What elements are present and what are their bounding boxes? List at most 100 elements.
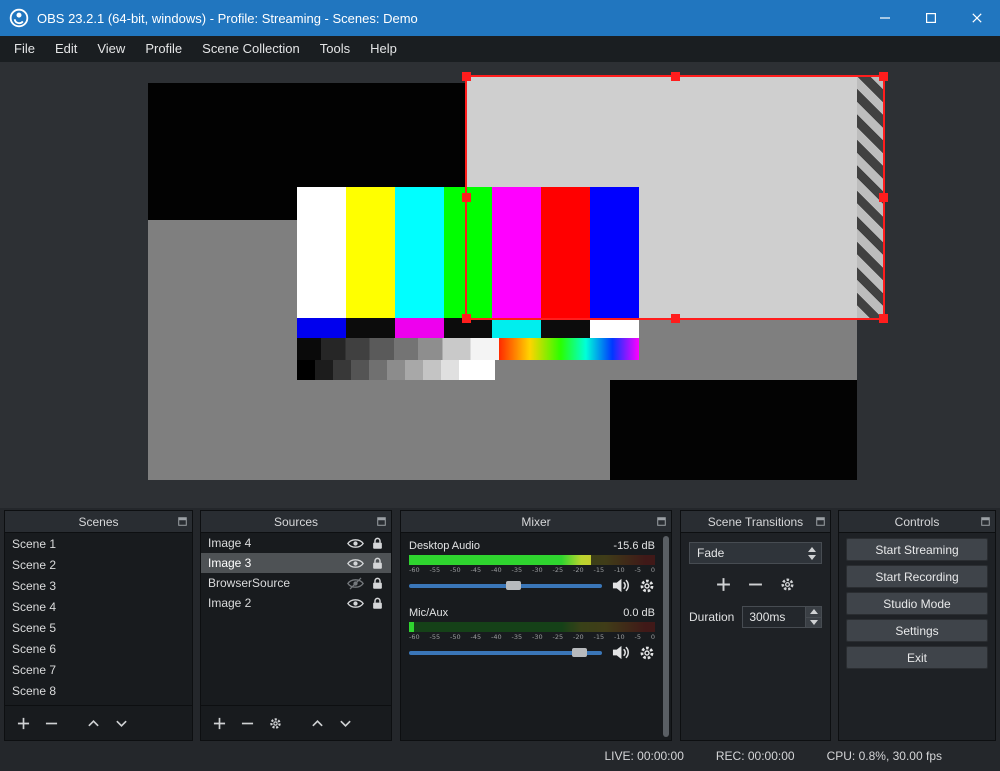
resize-handle[interactable] [670,72,680,81]
dock-icon[interactable] [981,517,990,526]
cpu-status: CPU: 0.8%, 30.00 fps [826,749,942,763]
source-properties-gear-icon[interactable] [269,717,282,730]
move-scene-down-button[interactable] [115,717,128,730]
add-scene-button[interactable] [17,717,30,730]
duration-decrease-button[interactable] [806,616,821,627]
duration-row: Duration 300ms [689,606,822,628]
status-bar: LIVE: 00:00:00 REC: 00:00:00 CPU: 0.8%, … [0,741,1000,771]
resize-handle[interactable] [879,193,888,202]
minimize-button[interactable] [862,0,908,36]
start-streaming-button[interactable]: Start Streaming [846,538,988,561]
eye-icon[interactable] [347,537,364,550]
scene-item[interactable]: Scene 4 [5,596,192,617]
volume-slider-handle[interactable] [571,648,587,657]
remove-transition-button[interactable] [748,577,763,592]
scene-item[interactable]: Scene 2 [5,554,192,575]
titlebar[interactable]: OBS 23.2.1 (64-bit, windows) - Profile: … [0,0,1000,36]
dock-icon[interactable] [657,517,666,526]
mixer-panel-header[interactable]: Mixer [401,511,671,533]
volume-slider[interactable] [409,579,602,592]
menu-help[interactable]: Help [360,36,407,62]
scenes-list: Scene 1 Scene 2 Scene 3 Scene 4 Scene 5 … [5,533,192,705]
source-item-selected[interactable]: Image 3 [201,553,391,573]
volume-slider-handle[interactable] [506,581,522,590]
sources-panel-header[interactable]: Sources [201,511,391,533]
settings-button[interactable]: Settings [846,619,988,642]
source-item[interactable]: BrowserSource [201,573,391,593]
channel-gear-icon[interactable] [639,645,655,661]
eye-icon[interactable] [347,557,364,570]
duration-value: 300ms [749,610,786,624]
mixer-panel-title: Mixer [521,514,551,529]
resize-handle[interactable] [879,314,888,323]
volume-meter [409,622,655,632]
obs-window: OBS 23.2.1 (64-bit, windows) - Profile: … [0,0,1000,771]
dock-icon[interactable] [816,517,825,526]
sources-panel-title: Sources [273,514,319,529]
controls-panel-header[interactable]: Controls [839,511,995,533]
selected-source-bounding-box[interactable] [462,72,888,323]
menu-scene-collection[interactable]: Scene Collection [192,36,310,62]
preview-area[interactable] [0,62,1000,508]
mixer-scrollbar[interactable] [663,536,669,737]
source-item[interactable]: Image 2 [201,593,391,613]
lock-icon[interactable] [371,537,384,550]
scenes-panel-header[interactable]: Scenes [5,511,192,533]
scene-item[interactable]: Scene 3 [5,575,192,596]
speaker-icon[interactable] [611,577,630,594]
transition-duration-input[interactable]: 300ms [742,606,822,628]
eye-icon[interactable] [347,597,364,610]
resize-handle[interactable] [670,314,680,323]
chevron-down-icon [808,555,816,560]
dock-icon[interactable] [178,517,187,526]
transition-select[interactable]: Fade [689,542,822,564]
resize-handle[interactable] [462,314,471,323]
channel-gear-icon[interactable] [639,578,655,594]
scene-item[interactable]: Scene 7 [5,659,192,680]
scene-item[interactable]: Scene 8 [5,680,192,701]
menu-file[interactable]: File [4,36,45,62]
chevron-up-icon [808,547,816,552]
sources-toolbar [201,705,391,740]
menu-profile[interactable]: Profile [135,36,192,62]
transitions-panel-header[interactable]: Scene Transitions [681,511,830,533]
source-black-bottom-right[interactable] [610,380,857,480]
resize-handle[interactable] [462,72,471,81]
lock-icon[interactable] [371,597,384,610]
add-transition-button[interactable] [716,577,731,592]
menu-tools[interactable]: Tools [310,36,360,62]
dock-icon[interactable] [377,517,386,526]
start-recording-button[interactable]: Start Recording [846,565,988,588]
window-title: OBS 23.2.1 (64-bit, windows) - Profile: … [37,10,418,26]
transitions-body: Fade Duration 300ms [681,533,830,740]
lock-icon[interactable] [371,577,384,590]
move-scene-up-button[interactable] [87,717,100,730]
scene-item[interactable]: Scene 1 [5,533,192,554]
menu-view[interactable]: View [87,36,135,62]
speaker-icon[interactable] [611,644,630,661]
source-item[interactable]: Image 4 [201,533,391,553]
resize-handle[interactable] [879,72,888,81]
resize-handle[interactable] [462,193,471,202]
chevron-down-icon [810,620,818,625]
close-button[interactable] [954,0,1000,36]
scene-item[interactable]: Scene 5 [5,617,192,638]
exit-button[interactable]: Exit [846,646,988,669]
move-source-down-button[interactable] [339,717,352,730]
studio-mode-button[interactable]: Studio Mode [846,592,988,615]
remove-source-button[interactable] [241,717,254,730]
maximize-button[interactable] [908,0,954,36]
close-icon [972,13,982,23]
menu-edit[interactable]: Edit [45,36,87,62]
transition-properties-gear-icon[interactable] [780,577,795,592]
move-source-up-button[interactable] [311,717,324,730]
eye-off-icon[interactable] [347,577,364,590]
lock-icon[interactable] [371,557,384,570]
controls-panel-title: Controls [894,514,940,529]
scene-item[interactable]: Scene 6 [5,638,192,659]
remove-scene-button[interactable] [45,717,58,730]
volume-slider[interactable] [409,646,602,659]
duration-increase-button[interactable] [806,607,821,617]
maximize-icon [926,13,936,23]
add-source-button[interactable] [213,717,226,730]
